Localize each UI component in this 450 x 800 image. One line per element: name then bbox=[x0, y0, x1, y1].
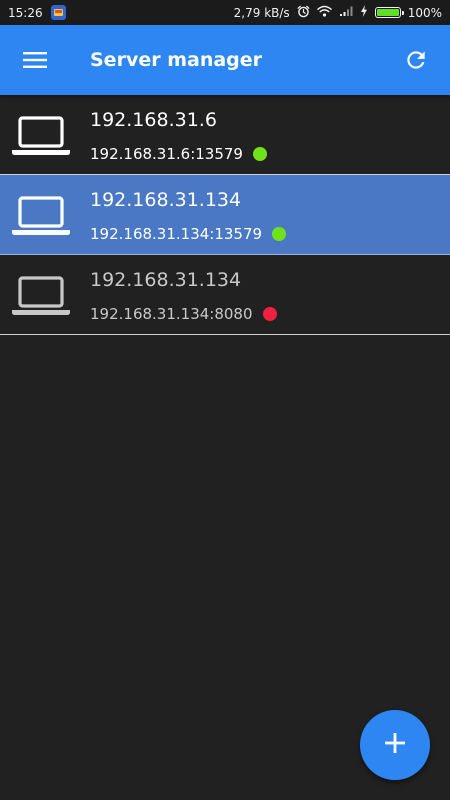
server-list: 192.168.31.6 192.168.31.6:13579 192.168.31… bbox=[0, 95, 450, 335]
status-online-indicator bbox=[252, 147, 267, 161]
server-name: 192.168.31.6 bbox=[90, 109, 217, 131]
wifi-icon bbox=[316, 5, 332, 20]
server-address-row: 192.168.31.134:13579 bbox=[90, 224, 287, 244]
server-address: 192.168.31.134:8080 bbox=[90, 305, 253, 323]
status-bar: 15:26 2,79 kB/s 100% bbox=[0, 0, 450, 25]
server-address-row: 192.168.31.6:13579 bbox=[90, 144, 267, 164]
server-name: 192.168.31.134 bbox=[90, 189, 242, 211]
laptop-icon bbox=[10, 115, 72, 157]
refresh-icon[interactable] bbox=[400, 44, 432, 76]
plus-icon bbox=[383, 731, 407, 759]
app-notification-icon bbox=[50, 5, 66, 20]
status-time: 15:26 bbox=[8, 5, 43, 20]
battery-percent: 100% bbox=[407, 5, 442, 20]
app-bar: Server manager bbox=[0, 25, 450, 95]
status-right: 2,79 kB/s 100% bbox=[234, 5, 442, 21]
status-online-indicator bbox=[272, 227, 287, 241]
battery-icon bbox=[374, 7, 404, 18]
server-address: 192.168.31.6:13579 bbox=[90, 145, 243, 163]
laptop-icon bbox=[10, 275, 72, 317]
server-list-item[interactable]: 192.168.31.134 192.168.31.134:13579 bbox=[0, 175, 450, 255]
alarm-icon bbox=[297, 5, 310, 21]
charging-icon bbox=[360, 5, 368, 20]
status-left: 15:26 bbox=[8, 5, 66, 20]
server-list-item[interactable]: 192.168.31.134 192.168.31.134:8080 bbox=[0, 255, 450, 335]
laptop-icon bbox=[10, 195, 72, 237]
status-offline-indicator bbox=[262, 307, 277, 321]
server-name: 192.168.31.134 bbox=[90, 269, 242, 291]
network-speed: 2,79 kB/s bbox=[233, 5, 290, 20]
server-list-item[interactable]: 192.168.31.6 192.168.31.6:13579 bbox=[0, 95, 450, 175]
add-server-button[interactable] bbox=[360, 710, 430, 780]
battery-level-fill bbox=[376, 9, 399, 16]
server-address-row: 192.168.31.134:8080 bbox=[90, 304, 277, 324]
page-title: Server manager bbox=[90, 49, 263, 71]
hamburger-menu-icon[interactable] bbox=[18, 45, 52, 75]
signal-icon bbox=[339, 5, 353, 20]
server-address: 192.168.31.134:13579 bbox=[90, 225, 263, 243]
